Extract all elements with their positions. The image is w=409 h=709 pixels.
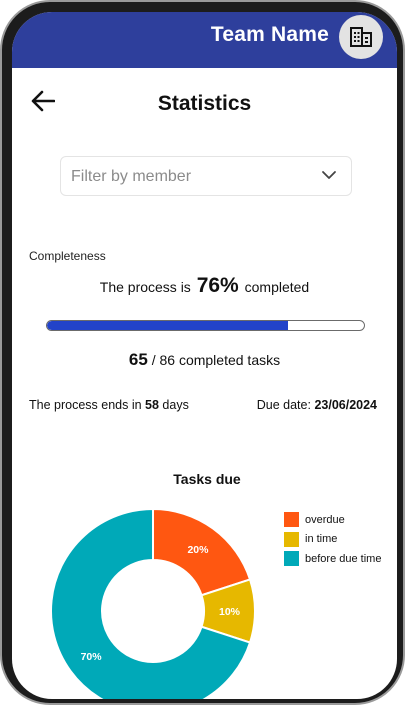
legend-swatch-overdue xyxy=(284,512,299,528)
legend-label-before-due-time: before due time xyxy=(305,552,382,565)
legend-label-in-time: in time xyxy=(305,533,338,546)
legend-item-overdue: overdue xyxy=(284,510,381,530)
slice-label-in-time: 10% xyxy=(219,606,241,618)
legend-item-before-due-time: before due time xyxy=(284,549,381,569)
phone-frame: Team Name Statistics Filter by member Co… xyxy=(0,0,405,705)
slice-label-overdue: 20% xyxy=(187,544,209,556)
legend-label-overdue: overdue xyxy=(305,513,345,526)
legend-swatch-before-due-time xyxy=(284,551,299,567)
chart-legend: overdue in time before due time xyxy=(284,510,381,569)
legend-swatch-in-time xyxy=(284,531,299,547)
app-screen: Team Name Statistics Filter by member Co… xyxy=(12,12,397,699)
legend-item-in-time: in time xyxy=(284,530,381,550)
tasks-due-donut-chart: 20% 10% 70% xyxy=(50,507,256,699)
slice-label-before-due-time: 70% xyxy=(81,651,103,663)
